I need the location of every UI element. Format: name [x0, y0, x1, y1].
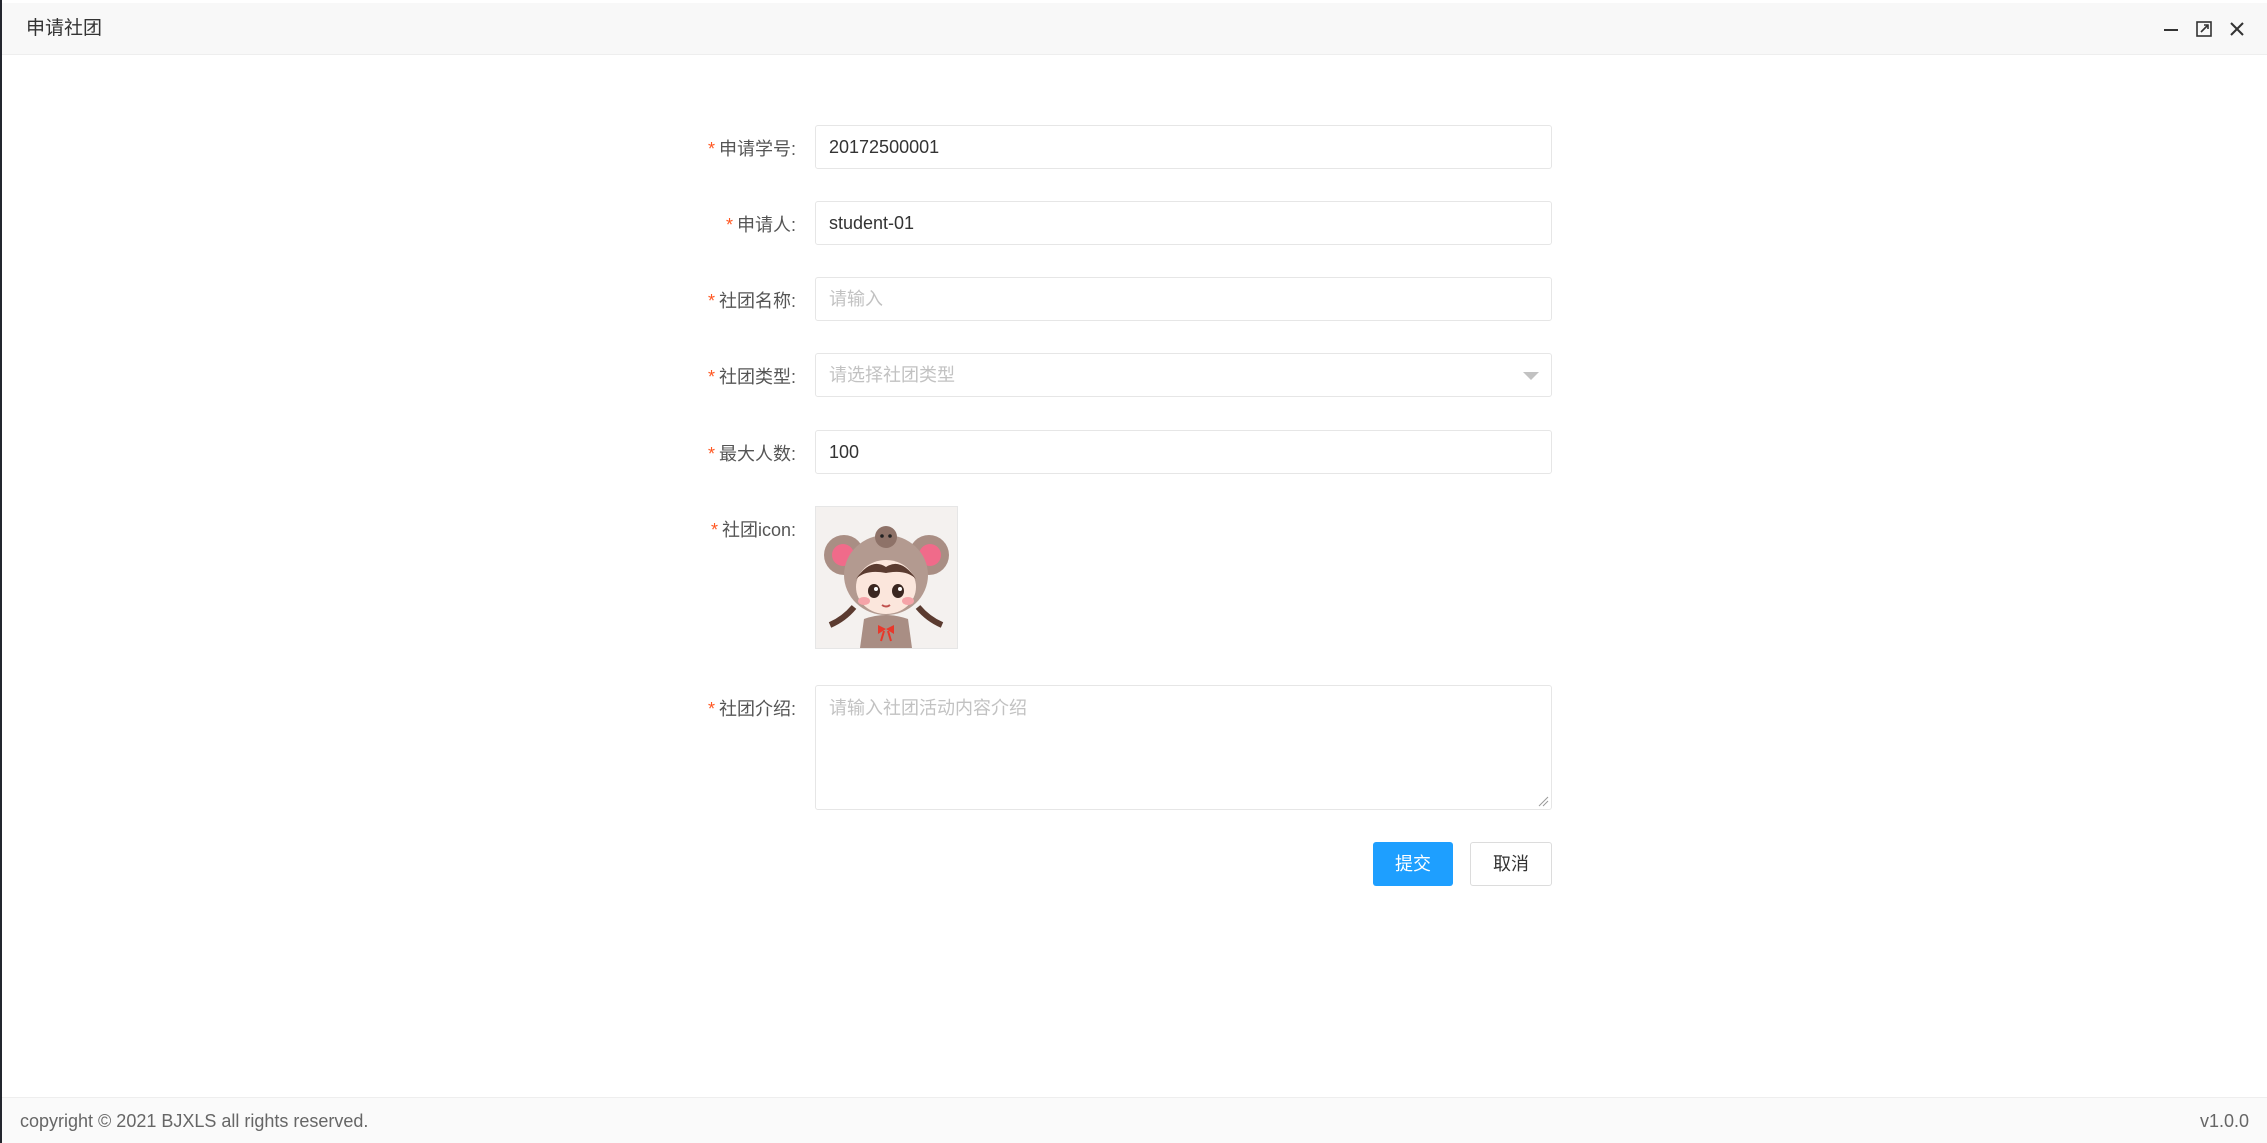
maximize-button[interactable] [2191, 16, 2217, 42]
copyright-text: copyright © 2021 BJXLS all rights reserv… [20, 1111, 369, 1131]
required-mark: * [707, 444, 715, 464]
required-mark: * [707, 139, 715, 159]
close-button[interactable] [2224, 16, 2250, 42]
club-intro-textarea[interactable]: 请输入社团活动内容介绍 [815, 685, 1552, 810]
chevron-down-icon [1523, 372, 1539, 380]
club-intro-label: * 社团介绍: [708, 695, 796, 721]
max-members-label-text: 最大人数: [718, 444, 796, 464]
maximize-icon [2196, 21, 2212, 37]
applicant-input[interactable]: student-01 [815, 201, 1552, 245]
club-intro-placeholder: 请输入社团活动内容介绍 [829, 698, 1027, 718]
club-icon-label: * 社团icon: [711, 516, 796, 542]
applicant-label-text: 申请人: [736, 215, 796, 235]
minimize-button[interactable] [2158, 16, 2184, 42]
required-mark: * [707, 291, 715, 311]
left-edge-divider [0, 0, 2, 1143]
club-name-label-text: 社团名称: [718, 291, 796, 311]
club-type-label: * 社团类型: [708, 363, 796, 389]
student-id-input[interactable]: 20172500001 [815, 125, 1552, 169]
close-icon [2230, 22, 2244, 36]
resize-grip-icon[interactable] [1537, 795, 1549, 807]
version-text: v1.0.0 [2199, 1111, 2249, 1131]
required-mark: * [707, 367, 715, 387]
required-mark: * [707, 699, 715, 719]
minimize-icon [2164, 29, 2178, 31]
max-members-input[interactable]: 100 [815, 430, 1552, 474]
club-icon-upload[interactable] [815, 506, 958, 649]
club-icon-image [816, 507, 957, 648]
footer: copyright © 2021 BJXLS all rights reserv… [2, 1097, 2267, 1143]
club-intro-label-text: 社团介绍: [718, 699, 796, 719]
club-icon-label-text: 社团icon: [721, 520, 796, 540]
club-name-input[interactable]: 请输入 [815, 277, 1552, 321]
student-id-label-text: 申请学号: [718, 139, 796, 159]
applicant-label: * 申请人: [726, 211, 796, 237]
club-type-select[interactable]: 请选择社团类型 [815, 353, 1552, 397]
student-id-label: * 申请学号: [708, 135, 796, 161]
club-name-label: * 社团名称: [708, 287, 796, 313]
club-type-label-text: 社团类型: [718, 367, 796, 387]
submit-button[interactable]: 提交 [1373, 842, 1453, 886]
required-mark: * [725, 215, 733, 235]
dialog-title: 申请社团 [26, 18, 103, 39]
max-members-label: * 最大人数: [708, 440, 796, 466]
cancel-button[interactable]: 取消 [1470, 842, 1552, 886]
dialog-titlebar: 申请社团 [2, 3, 2267, 55]
required-mark: * [710, 520, 718, 540]
page: 申请社团 * 申请学号: 20172500001 * 申请人: student-0 [0, 0, 2267, 1143]
club-type-placeholder: 请选择社团类型 [829, 365, 955, 385]
